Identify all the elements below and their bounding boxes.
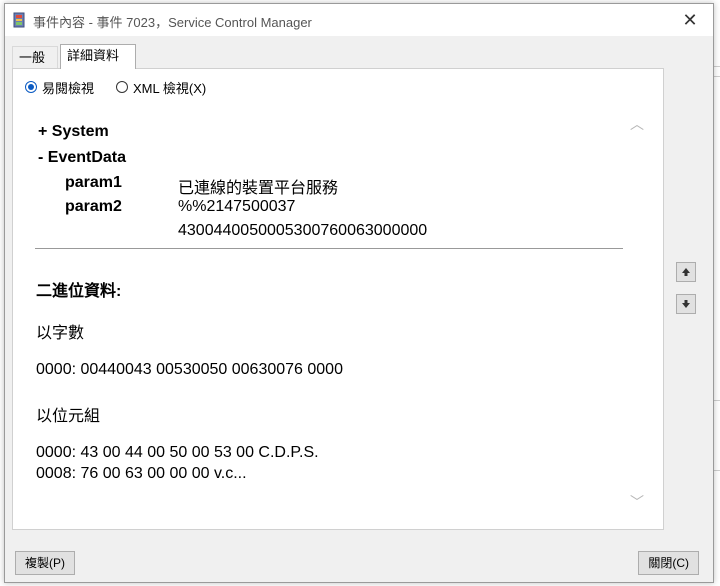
- scroll-up-icon[interactable]: ︿: [629, 114, 645, 132]
- tab-details[interactable]: 詳細資料: [60, 44, 136, 69]
- previous-event-button[interactable]: [676, 262, 696, 282]
- view-mode-group: 易閱檢視 XML 檢視(X): [25, 77, 228, 97]
- event-viewer-icon: [13, 12, 25, 28]
- up-arrow-icon: [682, 268, 690, 276]
- system-node[interactable]: + System: [38, 123, 109, 141]
- tab-general[interactable]: 一般: [12, 46, 58, 68]
- radio-selected-icon[interactable]: [25, 81, 37, 93]
- bytes-label: 以位元組: [36, 408, 101, 425]
- friendly-view-radio[interactable]: 易閱檢視: [25, 78, 94, 97]
- param-value-continued: 4300440050005300760063000000: [178, 222, 428, 239]
- binary-data-heading: 二進位資料:: [36, 283, 122, 300]
- param-value: 已連線的裝置平台服務: [178, 180, 339, 197]
- window-title: 事件內容 - 事件 7023，Service Control Manager: [33, 15, 312, 30]
- xml-view-radio[interactable]: XML 檢視(X): [116, 78, 206, 97]
- xml-view-label: XML 檢視(X): [133, 80, 207, 96]
- words-hex-line: 0000: 00440043 00530050 00630076 0000: [36, 361, 343, 378]
- param-name: param2: [65, 198, 122, 215]
- close-button[interactable]: 關閉(C): [638, 551, 699, 575]
- param-name: param1: [65, 174, 122, 191]
- bytes-hex-line: 0008: 76 00 63 00 00 00 v.c...: [36, 465, 247, 482]
- details-panel: 易閱檢視 XML 檢視(X) ︿ + System - EventData pa…: [12, 68, 664, 530]
- down-arrow-icon: [682, 300, 690, 308]
- section-divider: [35, 248, 623, 249]
- friendly-view-label: 易閱檢視: [42, 80, 95, 96]
- title-bar[interactable]: 事件內容 - 事件 7023，Service Control Manager ✕: [5, 4, 713, 36]
- eventdata-node[interactable]: - EventData: [38, 149, 126, 167]
- words-label: 以字數: [36, 325, 85, 342]
- param-value: %%2147500037: [178, 198, 296, 215]
- radio-unselected-icon[interactable]: [116, 81, 129, 93]
- bytes-hex-line: 0000: 43 00 44 00 50 00 53 00 C.D.P.S.: [36, 444, 319, 461]
- scroll-down-icon[interactable]: ﹀: [629, 492, 645, 510]
- next-event-button[interactable]: [676, 294, 696, 314]
- copy-button[interactable]: 複製(P): [15, 551, 75, 575]
- close-icon[interactable]: ✕: [679, 9, 701, 31]
- event-properties-window: 事件內容 - 事件 7023，Service Control Manager ✕…: [4, 3, 714, 583]
- event-details-view[interactable]: ︿ + System - EventData param1 已連線的裝置平台服務…: [27, 106, 645, 518]
